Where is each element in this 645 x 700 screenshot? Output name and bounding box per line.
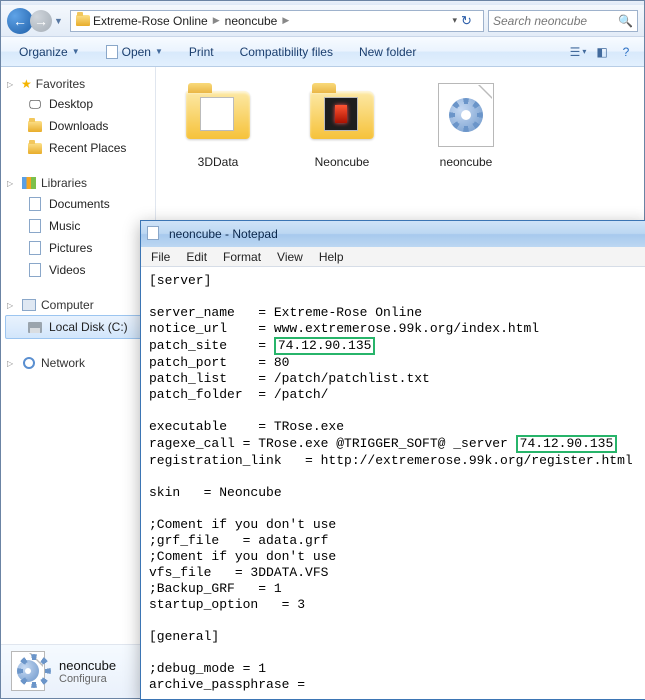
preview-pane-button[interactable]: ◧ xyxy=(592,43,612,61)
libraries-group[interactable]: ▷Libraries xyxy=(5,173,151,193)
organize-button[interactable]: Organize▼ xyxy=(9,42,90,62)
config-file-icon xyxy=(438,83,494,147)
details-file-icon xyxy=(11,651,49,693)
details-type: Configura xyxy=(59,673,116,685)
search-input[interactable]: Search neoncube 🔍 xyxy=(488,10,638,32)
print-button[interactable]: Print xyxy=(179,42,224,62)
sidebar-item-music[interactable]: Music xyxy=(5,215,151,237)
notepad-window: neoncube - Notepad File Edit Format View… xyxy=(140,220,645,700)
notepad-text-area[interactable]: [server] server_name = Extreme-Rose Onli… xyxy=(141,267,645,699)
disk-icon xyxy=(27,319,43,335)
breadcrumb-seg[interactable]: neoncube xyxy=(225,14,278,28)
folder-icon xyxy=(75,13,91,29)
compatibility-button[interactable]: Compatibility files xyxy=(230,42,343,62)
notepad-titlebar[interactable]: neoncube - Notepad xyxy=(141,221,645,247)
breadcrumb-seg[interactable]: Extreme-Rose Online xyxy=(93,14,208,28)
breadcrumb-dropdown[interactable]: ▾ xyxy=(452,15,457,26)
help-button[interactable]: ? xyxy=(616,43,636,61)
search-placeholder: Search neoncube xyxy=(493,14,587,28)
item-label: neoncube xyxy=(416,155,516,169)
desktop-icon: 🖵 xyxy=(27,96,43,112)
sidebar-item-downloads[interactable]: Downloads xyxy=(5,115,151,137)
toolbar: Organize▼ Open▼ Print Compatibility file… xyxy=(1,37,644,67)
recent-icon xyxy=(27,140,43,156)
nav-history-dropdown[interactable]: ▼ xyxy=(54,16,66,26)
menu-file[interactable]: File xyxy=(143,248,178,266)
open-button[interactable]: Open▼ xyxy=(96,42,173,62)
documents-icon xyxy=(27,196,43,212)
sidebar-item-videos[interactable]: Videos xyxy=(5,259,151,281)
notepad-title: neoncube - Notepad xyxy=(169,227,278,241)
address-bar: ← → ▼ Extreme-Rose Online ▶ neoncube ▶ ▾… xyxy=(1,5,644,37)
navigation-pane: ▷★Favorites 🖵Desktop Downloads Recent Pl… xyxy=(1,67,156,698)
menu-help[interactable]: Help xyxy=(311,248,352,266)
network-icon xyxy=(21,355,37,371)
folder-icon xyxy=(310,91,374,139)
folder-icon xyxy=(186,91,250,139)
chevron-right-icon[interactable]: ▶ xyxy=(210,15,223,26)
computer-icon xyxy=(21,297,37,313)
details-name: neoncube xyxy=(59,658,116,673)
view-options-button[interactable]: ☰▾ xyxy=(568,43,588,61)
file-item[interactable]: neoncube xyxy=(416,79,516,169)
chevron-right-icon[interactable]: ▶ xyxy=(279,15,292,26)
sidebar-item-pictures[interactable]: Pictures xyxy=(5,237,151,259)
sidebar-item-documents[interactable]: Documents xyxy=(5,193,151,215)
folder-item[interactable]: Neoncube xyxy=(292,79,392,169)
libraries-icon xyxy=(21,175,37,191)
sidebar-item-local-disk[interactable]: Local Disk (C:) xyxy=(5,315,151,339)
item-label: 3DData xyxy=(168,155,268,169)
videos-icon xyxy=(27,262,43,278)
refresh-icon[interactable]: ↻ xyxy=(461,13,479,29)
notepad-icon xyxy=(147,226,163,242)
new-folder-button[interactable]: New folder xyxy=(349,42,426,62)
document-icon xyxy=(106,45,118,59)
search-icon: 🔍 xyxy=(618,14,633,28)
music-icon xyxy=(27,218,43,234)
item-label: Neoncube xyxy=(292,155,392,169)
menu-edit[interactable]: Edit xyxy=(178,248,215,266)
favorites-group[interactable]: ▷★Favorites xyxy=(5,75,151,93)
pictures-icon xyxy=(27,240,43,256)
forward-button[interactable]: → xyxy=(30,10,52,32)
sidebar-item-desktop[interactable]: 🖵Desktop xyxy=(5,93,151,115)
menu-format[interactable]: Format xyxy=(215,248,269,266)
highlight-ip: 74.12.90.135 xyxy=(274,337,376,355)
highlight-ip: 74.12.90.135 xyxy=(516,435,618,453)
network-group[interactable]: ▷Network xyxy=(5,353,151,373)
breadcrumb[interactable]: Extreme-Rose Online ▶ neoncube ▶ ▾ ↻ xyxy=(70,10,484,32)
nav-buttons: ← → ▼ xyxy=(7,8,66,34)
folder-item[interactable]: 3DData xyxy=(168,79,268,169)
menu-view[interactable]: View xyxy=(269,248,311,266)
notepad-menu: File Edit Format View Help xyxy=(141,247,645,267)
star-icon: ★ xyxy=(21,77,32,91)
computer-group[interactable]: ▷Computer xyxy=(5,295,151,315)
downloads-icon xyxy=(27,118,43,134)
sidebar-item-recent[interactable]: Recent Places xyxy=(5,137,151,159)
